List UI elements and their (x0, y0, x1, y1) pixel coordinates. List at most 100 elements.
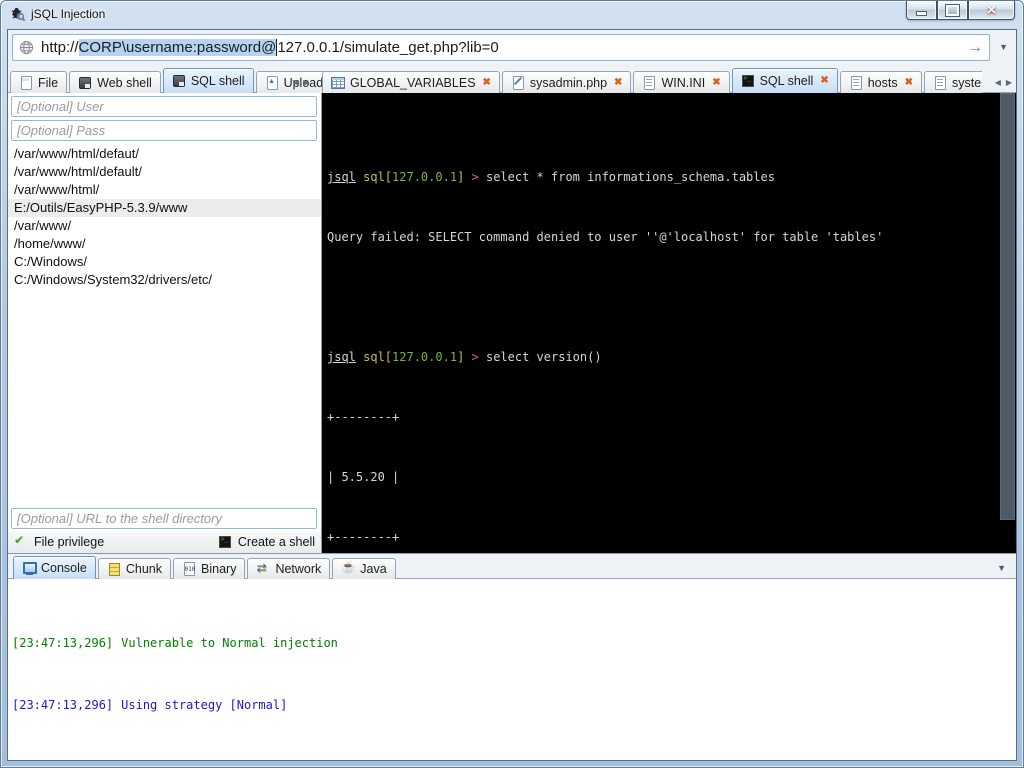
tab-icon (172, 74, 186, 88)
bottom-tab-strip: Console Chunk Binary Network (8, 553, 1016, 579)
tab-icon (642, 75, 656, 90)
scrollbar-thumb[interactable] (1000, 93, 1015, 520)
terminal-prompt-line: jsql sql[127.0.0.1] > select * from info… (327, 170, 775, 184)
directory-list: /var/www/html/defaut/ /var/www/html/defa… (8, 145, 321, 289)
terminal-icon (218, 535, 232, 549)
tab-icon (182, 562, 196, 576)
tool-tabs: File Web shell SQL shell Upload (10, 66, 334, 93)
maximize-button[interactable] (937, 1, 968, 20)
terminal-output: jsql sql[127.0.0.1] > select * from info… (327, 95, 994, 553)
log-tab[interactable]: Chunk (97, 558, 172, 579)
terminal-output-line: Query failed: SELECT command denied to u… (327, 230, 884, 244)
tab-icon (22, 561, 37, 575)
console-log[interactable]: [23:47:13,296] Vulnerable to Normal injec… (8, 579, 1016, 760)
log-tab[interactable]: Network (247, 558, 331, 579)
directory-item[interactable]: /var/www/html/ (8, 181, 321, 199)
url-dropdown-icon[interactable] (999, 42, 1008, 52)
tab-icon (265, 75, 279, 90)
close-button[interactable]: ✕ (968, 1, 1015, 20)
directory-item[interactable]: C:/Windows/ (8, 253, 321, 271)
create-shell-label: Create a shell (237, 535, 315, 549)
console-line: [23:47:13,296] Vulnerable to Normal injec… (12, 636, 338, 650)
url-toolbar: http://CORP\username:password@ 127.0.0.1/… (8, 30, 1016, 66)
pass-field[interactable] (11, 120, 317, 141)
scroll-left-icon[interactable] (995, 78, 1001, 87)
scroll-right-icon[interactable] (303, 79, 309, 87)
top-tab-strip: File Web shell SQL shell Upload (8, 66, 1016, 93)
directory-item[interactable]: /var/www/html/defaut/ (8, 145, 321, 163)
tab-icon (849, 75, 863, 90)
create-shell-button[interactable]: Create a shell (218, 535, 315, 549)
tab-icon (741, 74, 755, 88)
tab-close-icon[interactable] (820, 76, 828, 86)
scroll-left-icon[interactable] (293, 79, 299, 87)
tab-icon (19, 75, 33, 90)
tool-tab-scroller (290, 66, 312, 93)
tab-close-icon[interactable] (905, 78, 913, 88)
url-suffix: 127.0.0.1/simulate_get.php?lib=0 (277, 39, 499, 56)
check-icon (14, 533, 28, 549)
sql-shell-terminal[interactable]: jsql sql[127.0.0.1] > select * from info… (322, 93, 1016, 553)
terminal-scrollbar[interactable] (999, 93, 1016, 553)
result-tab[interactable]: WIN.INI (633, 71, 730, 93)
directory-item[interactable]: E:/Outils/EasyPHP-5.3.9/www (8, 199, 321, 217)
go-arrow-button[interactable] (967, 40, 983, 56)
directory-item[interactable]: /home/www/ (8, 235, 321, 253)
file-privilege-label: File privilege (34, 535, 105, 549)
title-bar[interactable]: jSQL Injection ✕ (0, 0, 1024, 30)
tab-icon (933, 75, 947, 90)
tab-icon (341, 560, 356, 576)
tab-close-icon[interactable] (614, 78, 622, 88)
sql-shell-panel: /var/www/html/defaut/ /var/www/html/defa… (8, 93, 322, 553)
result-tab[interactable]: sysadmin.php (501, 71, 632, 93)
shell-directory-field[interactable] (11, 508, 317, 529)
terminal-prompt-line: jsql sql[127.0.0.1] > select version() (327, 350, 602, 364)
log-tab[interactable]: Console (13, 556, 96, 579)
url-text: http://CORP\username:password@ 127.0.0.1/… (41, 39, 499, 56)
tab-icon (256, 561, 270, 576)
result-tab[interactable]: hosts (839, 71, 922, 93)
log-tabs: Console Chunk Binary Network (13, 554, 398, 579)
scroll-right-icon[interactable] (1006, 78, 1012, 87)
directory-item[interactable]: /var/www/html/default/ (8, 163, 321, 181)
log-dropdown-icon[interactable] (997, 563, 1006, 573)
url-prefix: http:// (41, 39, 79, 56)
terminal-output-line: +--------+ (327, 530, 400, 544)
tab-close-icon[interactable] (712, 78, 720, 88)
minimize-icon (916, 10, 927, 16)
tool-tab[interactable]: File (10, 71, 68, 93)
terminal-output-line: +--------+ (327, 410, 400, 424)
shell-footer-bar: File privilege Create a shell (8, 531, 321, 553)
tab-close-icon[interactable] (483, 78, 491, 88)
tab-icon (331, 76, 345, 90)
bug-magnifier-icon (11, 7, 25, 21)
tool-tab[interactable]: Web shell (69, 71, 161, 93)
minimize-button[interactable] (906, 1, 937, 20)
result-tabs: GLOBAL_VARIABLES sysadmin.php WIN.INI (322, 66, 982, 93)
url-selected-text: CORP\username:password@ (78, 39, 277, 56)
tab-icon (107, 562, 121, 576)
result-tab[interactable]: system.ini (923, 71, 982, 93)
directory-item[interactable]: C:/Windows/System32/drivers/etc/ (8, 271, 321, 289)
tab-icon (78, 76, 92, 90)
console-lines: [23:47:13,296] Vulnerable to Normal injec… (12, 579, 1016, 760)
url-input[interactable]: http://CORP\username:password@ 127.0.0.1/… (12, 34, 990, 61)
console-line: [23:47:13,296] Using strategy [Normal] (12, 698, 288, 712)
result-tab[interactable]: SQL shell (731, 68, 838, 93)
result-tab[interactable]: GLOBAL_VARIABLES (322, 71, 500, 93)
terminal-output-line: | 5.5.20 | (327, 470, 400, 484)
globe-icon (19, 40, 34, 55)
directory-item[interactable]: /var/www/ (8, 217, 321, 235)
tool-tab[interactable]: SQL shell (162, 68, 254, 93)
tab-icon (511, 75, 525, 90)
close-icon: ✕ (986, 3, 997, 17)
maximize-icon (945, 3, 960, 17)
app-window: jSQL Injection ✕ http://CORP\username:pa… (0, 0, 1024, 768)
log-tab[interactable]: Binary (173, 558, 246, 579)
log-tab[interactable]: Java (332, 558, 396, 579)
app-title: jSQL Injection (10, 6, 105, 21)
user-field[interactable] (11, 96, 317, 117)
result-tab-scroller (995, 78, 1012, 87)
file-privilege-button[interactable]: File privilege (14, 533, 105, 549)
